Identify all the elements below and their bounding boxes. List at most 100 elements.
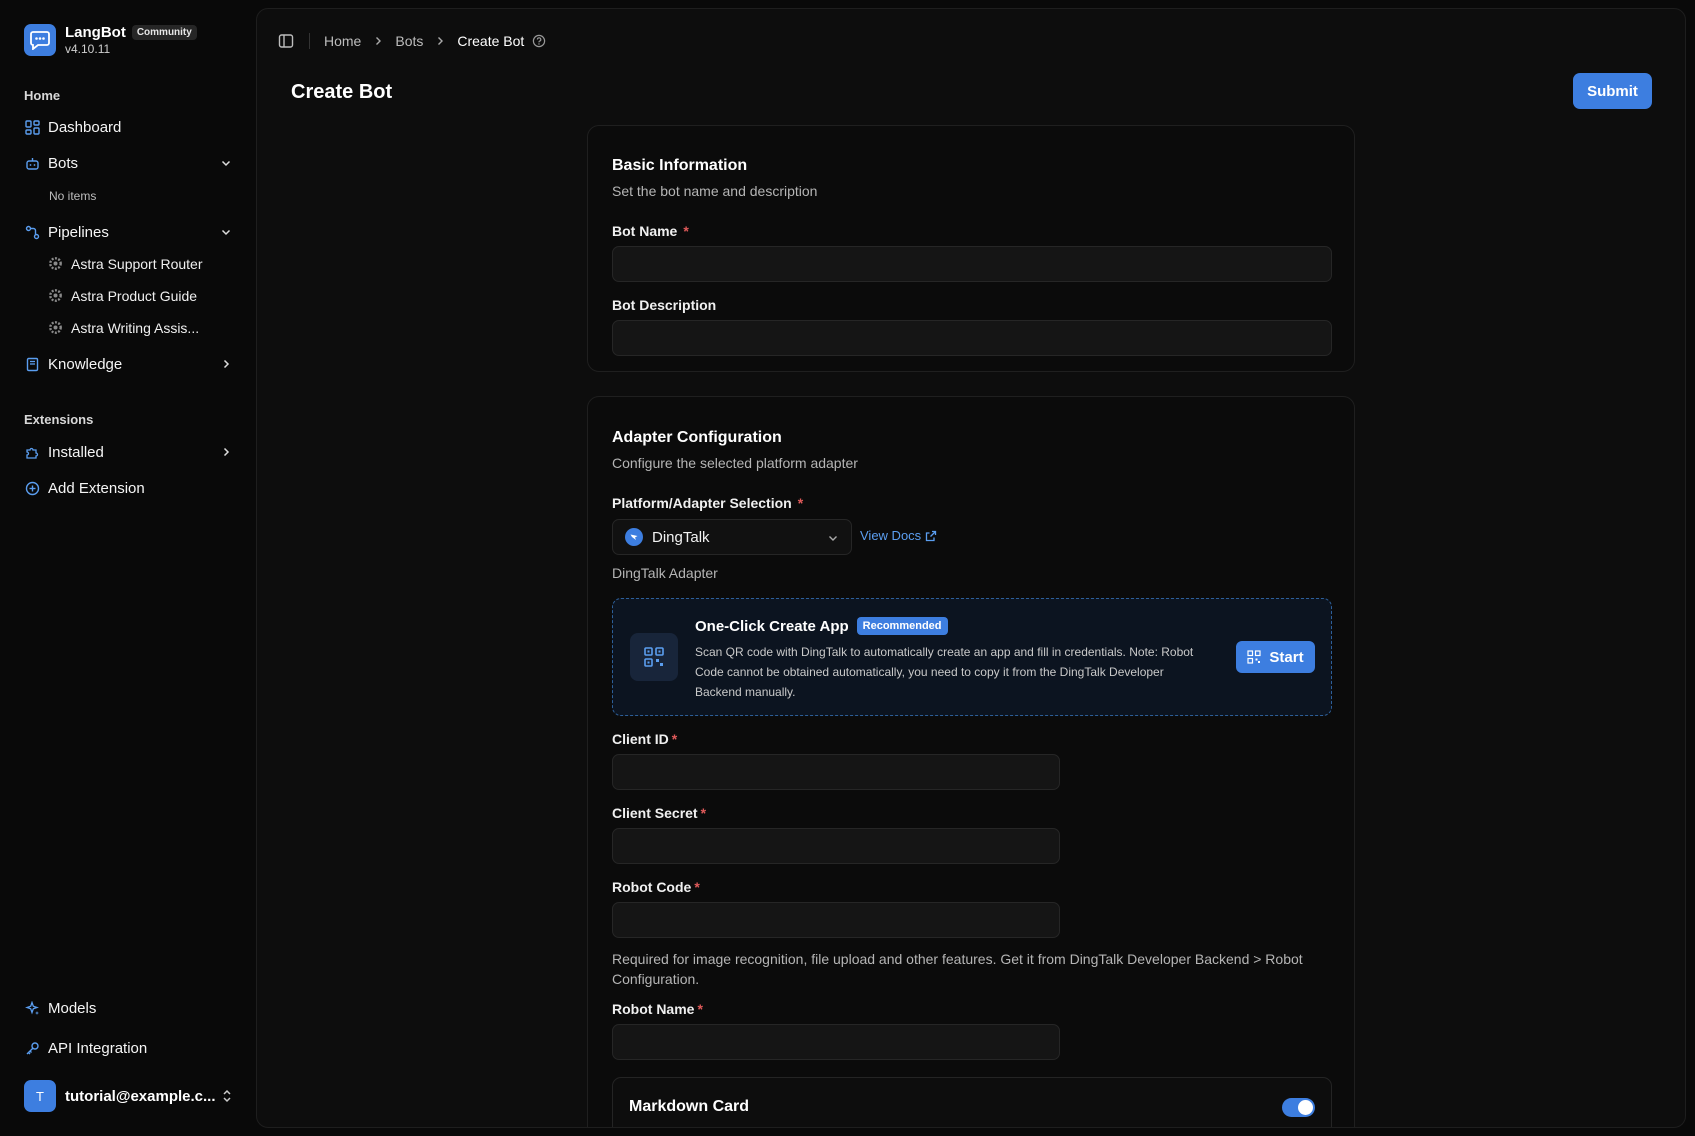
sidebar-item-label: Installed xyxy=(48,443,104,461)
chevron-right-icon xyxy=(373,36,383,46)
app-root: LangBot Community v4.10.11 Home Dashboar… xyxy=(0,0,1695,1136)
client-id-label: Client ID * xyxy=(612,731,677,747)
breadcrumb-bots[interactable]: Bots xyxy=(395,33,423,49)
markdown-card-toggle[interactable] xyxy=(1282,1098,1315,1117)
sidebar-item-label: API Integration xyxy=(48,1039,148,1057)
group-label-extensions: Extensions xyxy=(24,412,94,427)
sidebar-item-api-integration[interactable]: API Integration xyxy=(24,1034,234,1062)
sidebar-item-installed[interactable]: Installed xyxy=(24,438,234,466)
view-docs-link[interactable]: View Docs xyxy=(860,528,937,543)
sidebar-item-label: Add Extension xyxy=(48,479,145,497)
chevrons-up-down-icon xyxy=(220,1088,234,1109)
user-menu[interactable]: T tutorial@example.c... xyxy=(24,1080,234,1112)
platform-select[interactable]: DingTalk xyxy=(612,519,852,555)
submit-button[interactable]: Submit xyxy=(1573,73,1652,109)
client-id-input[interactable] xyxy=(612,754,1060,790)
gear-icon xyxy=(48,320,64,336)
one-click-title: One-Click Create App Recommended xyxy=(695,617,948,635)
sidebar-item-label: Models xyxy=(48,999,97,1017)
recommended-badge: Recommended xyxy=(856,617,948,635)
pipeline-item-label: Astra Writing Assis... xyxy=(71,320,200,336)
required-mark: * xyxy=(671,731,678,747)
sidebar-item-dashboard[interactable]: Dashboard xyxy=(24,113,234,141)
bot-description-label: Bot Description xyxy=(612,297,717,313)
dingtalk-icon xyxy=(625,528,643,546)
chevron-down-icon xyxy=(827,531,839,549)
chat-logo-icon xyxy=(24,24,56,56)
chevron-right-icon xyxy=(435,36,445,46)
platform-select-value: DingTalk xyxy=(652,528,710,546)
breadcrumb-current: Create Bot xyxy=(457,33,525,49)
sidebar-toggle-icon[interactable] xyxy=(277,32,295,50)
required-mark: * xyxy=(797,495,804,511)
breadcrumb-home[interactable]: Home xyxy=(324,33,361,49)
adapter-description: DingTalk Adapter xyxy=(612,565,718,581)
pipeline-item-label: Astra Product Guide xyxy=(71,288,198,304)
bot-description-input[interactable] xyxy=(612,320,1332,356)
robot-code-input[interactable] xyxy=(612,902,1060,938)
pipeline-item[interactable]: Astra Support Router xyxy=(48,251,234,277)
view-docs-text: View Docs xyxy=(860,528,922,543)
start-button-label: Start xyxy=(1269,648,1304,666)
sparkle-icon xyxy=(24,1000,40,1016)
key-icon xyxy=(24,1040,40,1056)
bot-name-input[interactable] xyxy=(612,246,1332,282)
one-click-description: Scan QR code with DingTalk to automatica… xyxy=(695,645,1194,699)
robot-name-input[interactable] xyxy=(612,1024,1060,1060)
pipeline-item-label: Astra Support Router xyxy=(71,256,203,272)
adapter-config-title: Adapter Configuration xyxy=(612,429,782,446)
pipeline-item[interactable]: Astra Product Guide xyxy=(48,283,234,309)
sidebar-item-bots[interactable]: Bots xyxy=(24,149,234,177)
adapter-config-card: Adapter Configuration Configure the sele… xyxy=(587,396,1355,1127)
qr-code-icon xyxy=(630,633,678,681)
adapter-config-subtitle: Configure the selected platform adapter xyxy=(612,455,858,471)
basic-info-title: Basic Information xyxy=(612,157,748,174)
required-mark: * xyxy=(694,879,700,895)
external-link-icon xyxy=(925,530,937,542)
topbar: Home Bots Create Bot xyxy=(277,31,546,51)
sidebar-item-knowledge[interactable]: Knowledge xyxy=(24,350,234,378)
pipeline-item[interactable]: Astra Writing Assis... xyxy=(48,315,234,341)
dashboard-icon xyxy=(24,119,40,135)
plus-circle-icon xyxy=(24,480,40,496)
brand[interactable]: LangBot Community v4.10.11 xyxy=(24,24,197,56)
pipeline-icon xyxy=(24,224,40,240)
puzzle-icon xyxy=(24,444,40,460)
robot-name-label: Robot Name * xyxy=(612,1001,703,1017)
gear-icon xyxy=(48,288,64,304)
required-mark: * xyxy=(697,1001,703,1017)
label-text: Robot Name xyxy=(612,1001,695,1017)
help-circle-icon[interactable] xyxy=(532,34,546,48)
robot-code-help: Required for image recognition, file upl… xyxy=(612,951,1303,987)
breadcrumb: Home Bots Create Bot xyxy=(324,33,546,49)
sidebar-item-pipelines[interactable]: Pipelines xyxy=(24,218,234,246)
chevron-right-icon xyxy=(218,356,234,372)
markdown-card-setting: Markdown Card xyxy=(612,1077,1332,1127)
one-click-create-panel: One-Click Create App Recommended Scan QR… xyxy=(612,598,1332,716)
toggle-knob xyxy=(1298,1100,1313,1115)
group-label-home: Home xyxy=(24,88,61,103)
required-mark: * xyxy=(683,223,689,239)
platform-select-label: Platform/Adapter Selection * xyxy=(612,495,803,511)
robot-code-label: Robot Code * xyxy=(612,879,700,895)
brand-name: LangBot xyxy=(65,24,126,41)
book-icon xyxy=(24,356,40,372)
label-text: Client Secret xyxy=(612,805,698,821)
app-version: v4.10.11 xyxy=(65,42,111,56)
required-mark: * xyxy=(700,805,707,821)
label-text: Robot Code xyxy=(612,879,692,895)
sidebar-item-add-extension[interactable]: Add Extension xyxy=(24,474,234,502)
avatar: T xyxy=(24,1080,56,1112)
edition-badge: Community xyxy=(131,25,197,40)
one-click-title-text: One-Click Create App xyxy=(695,617,849,635)
main-panel: Home Bots Create Bot Create Bot Submit B… xyxy=(256,8,1686,1128)
gear-icon xyxy=(48,256,64,272)
sidebar-item-models[interactable]: Models xyxy=(24,994,234,1022)
client-secret-input[interactable] xyxy=(612,828,1060,864)
start-button[interactable]: Start xyxy=(1236,641,1315,673)
bot-name-label: Bot Name * xyxy=(612,223,689,239)
divider xyxy=(309,33,310,49)
chevron-down-icon xyxy=(218,224,234,240)
qr-code-icon xyxy=(1247,650,1262,664)
sidebar: LangBot Community v4.10.11 Home Dashboar… xyxy=(0,0,256,1136)
